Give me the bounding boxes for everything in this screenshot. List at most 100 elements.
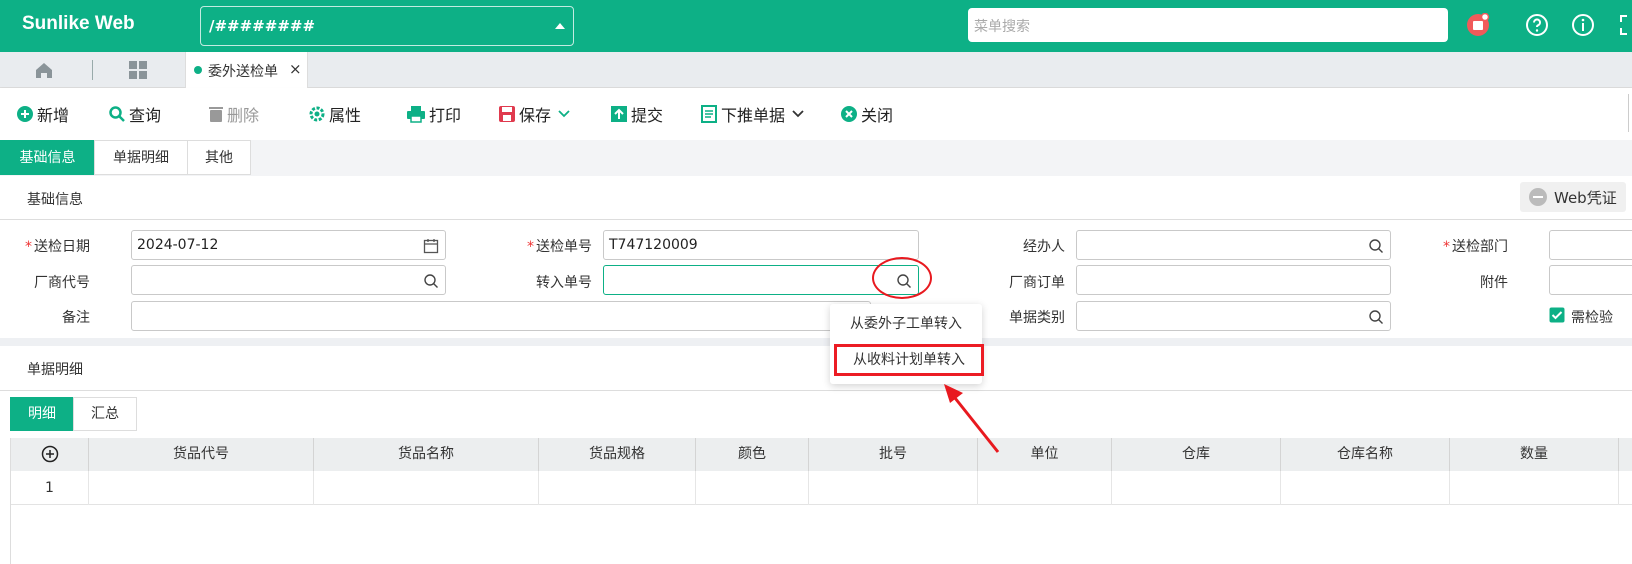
need-check-checkbox[interactable]	[1549, 307, 1565, 323]
basic-info-form: * 送检日期 2024-07-12 * 送检单号 T747120009 经办人 * 送…	[0, 220, 1632, 340]
delete-label: 删除	[227, 106, 260, 125]
form-tabs: 基础信息 单据明细 其他	[0, 140, 1632, 176]
doc-type-field[interactable]	[1076, 301, 1391, 331]
fullscreen-icon[interactable]	[1618, 13, 1632, 37]
vendor-field[interactable]	[131, 265, 446, 295]
attach-field[interactable]	[1549, 265, 1632, 295]
cell-color[interactable]	[696, 471, 809, 505]
apps-grid-icon[interactable]	[128, 60, 148, 80]
remark-field[interactable]	[131, 301, 871, 331]
tab-summary[interactable]: 汇总	[73, 397, 137, 431]
cell-item-spec[interactable]	[539, 471, 696, 505]
col-item-code[interactable]: 货品代号	[89, 438, 314, 471]
chevron-down-icon[interactable]	[557, 109, 571, 119]
detail-grid: 货品代号 货品名称 货品规格 颜色 批号 单位 仓库 仓库名称 数量 1	[10, 438, 1632, 564]
attach-label: 附件	[1480, 275, 1508, 291]
save-button[interactable]: 保存	[498, 102, 574, 126]
cell-item-name[interactable]	[314, 471, 539, 505]
vendor-order-label: 厂商订单	[1009, 275, 1065, 291]
section-divider	[0, 338, 1632, 346]
close-circle-icon	[841, 106, 857, 122]
web-voucher-button[interactable]: Web凭证	[1520, 182, 1626, 212]
toolbar: 新增 查询 删除 属性 打印 保存 提交 下推单据 关闭	[0, 88, 1632, 140]
delete-button[interactable]: 删除	[208, 102, 259, 126]
path-select[interactable]: /########	[200, 6, 574, 46]
search-icon[interactable]	[1368, 238, 1384, 254]
active-dot-icon	[194, 66, 202, 74]
transfer-label: 转入单号	[536, 275, 592, 291]
document-icon	[701, 105, 717, 123]
chevron-down-icon[interactable]	[791, 109, 805, 119]
table-row[interactable]: 1	[11, 471, 1632, 505]
search-icon[interactable]	[1368, 309, 1384, 325]
need-check-label: 需检验	[1571, 310, 1613, 326]
search-icon[interactable]	[423, 273, 439, 289]
push-down-label: 下推单据	[721, 106, 786, 125]
date-label: * 送检日期	[25, 239, 90, 255]
date-field[interactable]: 2024-07-12	[131, 230, 446, 260]
col-item-spec[interactable]: 货品规格	[539, 438, 696, 471]
dept-label: * 送检部门	[1443, 239, 1508, 255]
info-icon[interactable]	[1571, 13, 1595, 37]
cell-warehouse-name[interactable]	[1281, 471, 1450, 505]
col-warehouse-name[interactable]: 仓库名称	[1281, 438, 1450, 471]
push-down-button[interactable]: 下推单据	[700, 102, 808, 126]
menu-item-from-receiving-plan[interactable]: 从收料计划单转入	[834, 344, 984, 376]
tab-document-detail[interactable]: 单据明细	[94, 140, 188, 175]
transfer-dropdown-menu: 从委外子工单转入 从收料计划单转入	[830, 304, 984, 384]
col-color[interactable]: 颜色	[696, 438, 809, 471]
upload-icon	[611, 106, 627, 122]
caret-up-icon	[555, 23, 565, 29]
new-button[interactable]: 新增	[16, 102, 69, 126]
search-icon	[109, 106, 125, 122]
menu-item-from-outsource-suborder[interactable]: 从委外子工单转入	[830, 308, 982, 340]
help-icon[interactable]	[1525, 13, 1549, 37]
col-quantity[interactable]: 数量	[1450, 438, 1619, 471]
query-button[interactable]: 查询	[108, 102, 161, 126]
tab-basic-info[interactable]: 基础信息	[0, 140, 95, 175]
handler-label: 经办人	[1023, 239, 1065, 255]
save-icon	[499, 106, 515, 122]
add-row-button[interactable]	[11, 438, 89, 471]
handler-field[interactable]	[1076, 230, 1391, 260]
trash-icon	[209, 107, 223, 122]
tab-outsource-inspection[interactable]: 委外送检单 ×	[185, 52, 308, 88]
tab-detail[interactable]: 明细	[10, 397, 74, 431]
top-bar: Sunlike Web /######## 菜单搜索	[0, 0, 1632, 52]
section-title: 单据明细	[27, 362, 83, 378]
plus-circle-icon	[41, 445, 58, 463]
cell-quantity[interactable]	[1450, 471, 1619, 505]
home-icon[interactable]	[34, 60, 54, 80]
close-tab-icon[interactable]: ×	[289, 60, 302, 78]
cell-batch[interactable]	[809, 471, 978, 505]
col-batch[interactable]: 批号	[809, 438, 978, 471]
dept-field[interactable]	[1549, 230, 1632, 260]
cell-item-code[interactable]	[89, 471, 314, 505]
close-button[interactable]: 关闭	[840, 102, 893, 126]
order-no-field[interactable]: T747120009	[603, 230, 919, 260]
menu-search-input[interactable]: 菜单搜索	[968, 8, 1448, 42]
toolbar-edge	[1628, 94, 1632, 132]
doc-type-label: 单据类别	[1009, 310, 1065, 326]
calendar-icon[interactable]	[423, 238, 439, 254]
vendor-label: 厂商代号	[34, 275, 90, 291]
col-warehouse[interactable]: 仓库	[1112, 438, 1281, 471]
notification-icon[interactable]	[1466, 13, 1490, 37]
save-label: 保存	[519, 106, 552, 125]
properties-button[interactable]: 属性	[308, 102, 361, 126]
cell-warehouse[interactable]	[1112, 471, 1281, 505]
tab-divider	[92, 60, 93, 80]
submit-button[interactable]: 提交	[610, 102, 663, 126]
plus-circle-icon	[17, 106, 33, 122]
vendor-order-field[interactable]	[1076, 265, 1391, 295]
date-value: 2024-07-12	[137, 237, 219, 253]
print-button[interactable]: 打印	[406, 102, 461, 126]
detail-header: 单据明细	[0, 346, 1632, 391]
remark-label: 备注	[62, 310, 90, 326]
cell-unit[interactable]	[978, 471, 1112, 505]
col-unit[interactable]: 单位	[978, 438, 1112, 471]
tab-other[interactable]: 其他	[187, 140, 251, 175]
close-label: 关闭	[861, 106, 894, 125]
col-item-name[interactable]: 货品名称	[314, 438, 539, 471]
properties-label: 属性	[329, 106, 362, 125]
